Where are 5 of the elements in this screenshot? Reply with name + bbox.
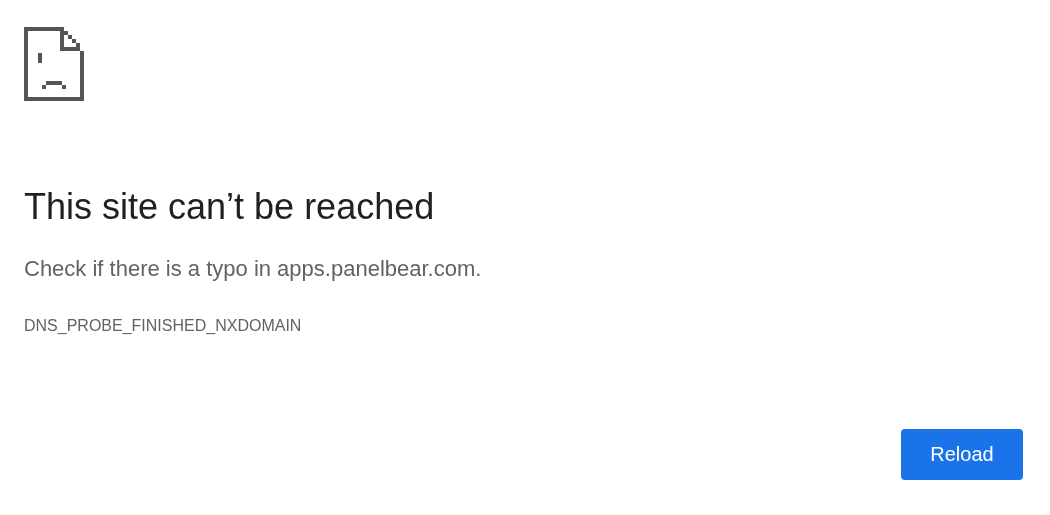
error-heading: This site can’t be reached [24, 185, 435, 229]
error-message: Check if there is a typo in apps.panelbear.com. [24, 255, 482, 283]
error-code: DNS_PROBE_FINISHED_NXDOMAIN [24, 317, 302, 335]
sad-page-icon [24, 27, 84, 101]
reload-button[interactable]: Reload [901, 429, 1023, 480]
